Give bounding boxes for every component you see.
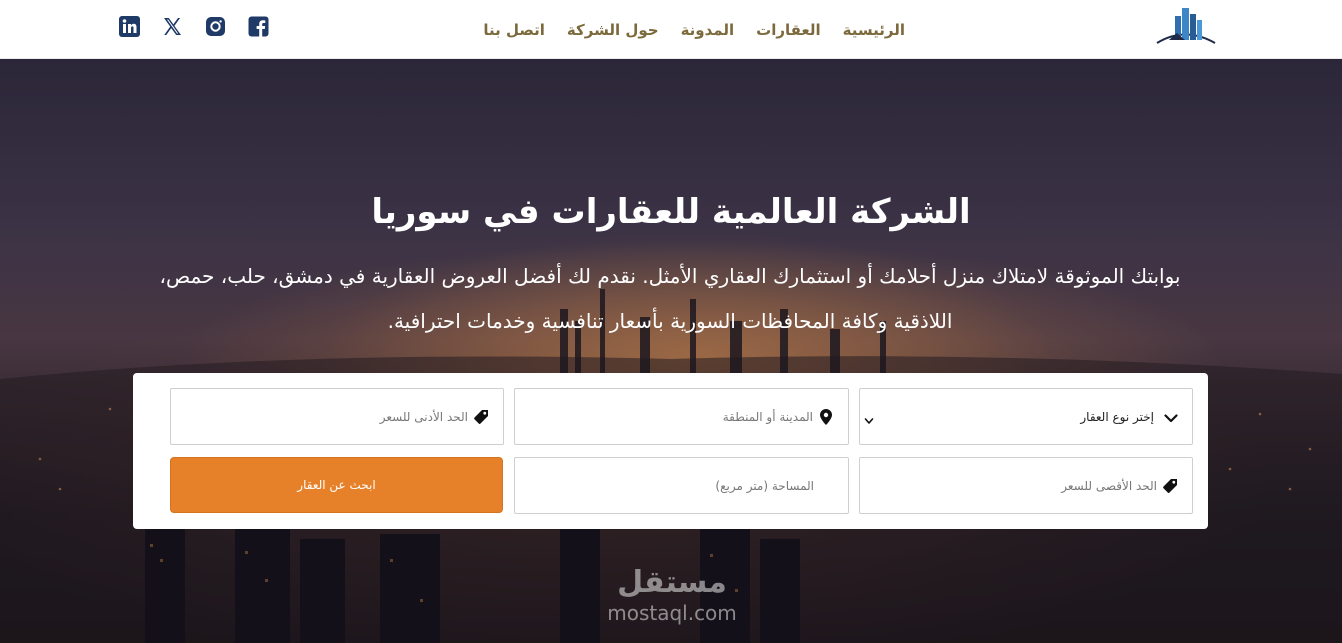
instagram-icon[interactable] xyxy=(205,16,226,37)
x-twitter-icon[interactable] xyxy=(162,16,183,37)
facebook-icon[interactable] xyxy=(248,16,269,37)
map-pin-icon xyxy=(818,408,834,425)
max-price-input[interactable]: الحد الأقصى للسعر xyxy=(859,457,1193,514)
hero-overlay xyxy=(0,59,1342,643)
nav-blog[interactable]: المدونة xyxy=(681,19,735,41)
main-navigation: الرئيسية العقارات المدونة حول الشركة اتص… xyxy=(483,19,905,41)
nav-about[interactable]: حول الشركة xyxy=(567,19,659,41)
price-tag-icon xyxy=(473,409,489,425)
watermark-arabic: مستقل xyxy=(617,565,727,600)
search-property-button[interactable]: ابحث عن العقار xyxy=(170,457,503,513)
linkedin-icon[interactable] xyxy=(119,16,140,37)
max-price-placeholder: الحد الأقصى للسعر xyxy=(1061,478,1157,493)
hero-section: الشركة العالمية للعقارات في سوريا بوابتك… xyxy=(0,59,1342,643)
mostaql-watermark: مستقل mostaql.com xyxy=(587,565,757,635)
area-input[interactable]: المساحة (متر مربع) xyxy=(514,457,849,514)
nav-contact[interactable]: اتصل بنا xyxy=(483,19,545,41)
nav-properties[interactable]: العقارات xyxy=(756,19,821,41)
chevron-down-icon xyxy=(1164,410,1178,424)
watermark-latin: mostaql.com xyxy=(607,601,737,625)
price-tag-icon xyxy=(1162,478,1178,494)
area-placeholder: المساحة (متر مربع) xyxy=(715,478,814,493)
building-logo-icon[interactable] xyxy=(1153,6,1217,46)
social-links xyxy=(119,16,269,37)
top-navbar: الرئيسية العقارات المدونة حول الشركة اتص… xyxy=(0,0,1342,59)
min-price-placeholder: الحد الأدنى للسعر xyxy=(379,409,468,424)
property-type-value: إختر نوع العقار xyxy=(1080,409,1154,424)
location-input[interactable]: المدينة أو المنطقة xyxy=(514,388,849,445)
hero-subtitle: بوابتك الموثوقة لامتلاك منزل أحلامك أو ا… xyxy=(159,264,1181,333)
property-type-select[interactable]: إختر نوع العقار xyxy=(859,388,1193,445)
location-placeholder: المدينة أو المنطقة xyxy=(722,409,813,424)
select-arrow-icon xyxy=(864,411,874,424)
hero-title: الشركة العالمية للعقارات في سوريا xyxy=(371,192,971,232)
nav-home[interactable]: الرئيسية xyxy=(843,19,905,41)
min-price-input[interactable]: الحد الأدنى للسعر xyxy=(170,388,504,445)
